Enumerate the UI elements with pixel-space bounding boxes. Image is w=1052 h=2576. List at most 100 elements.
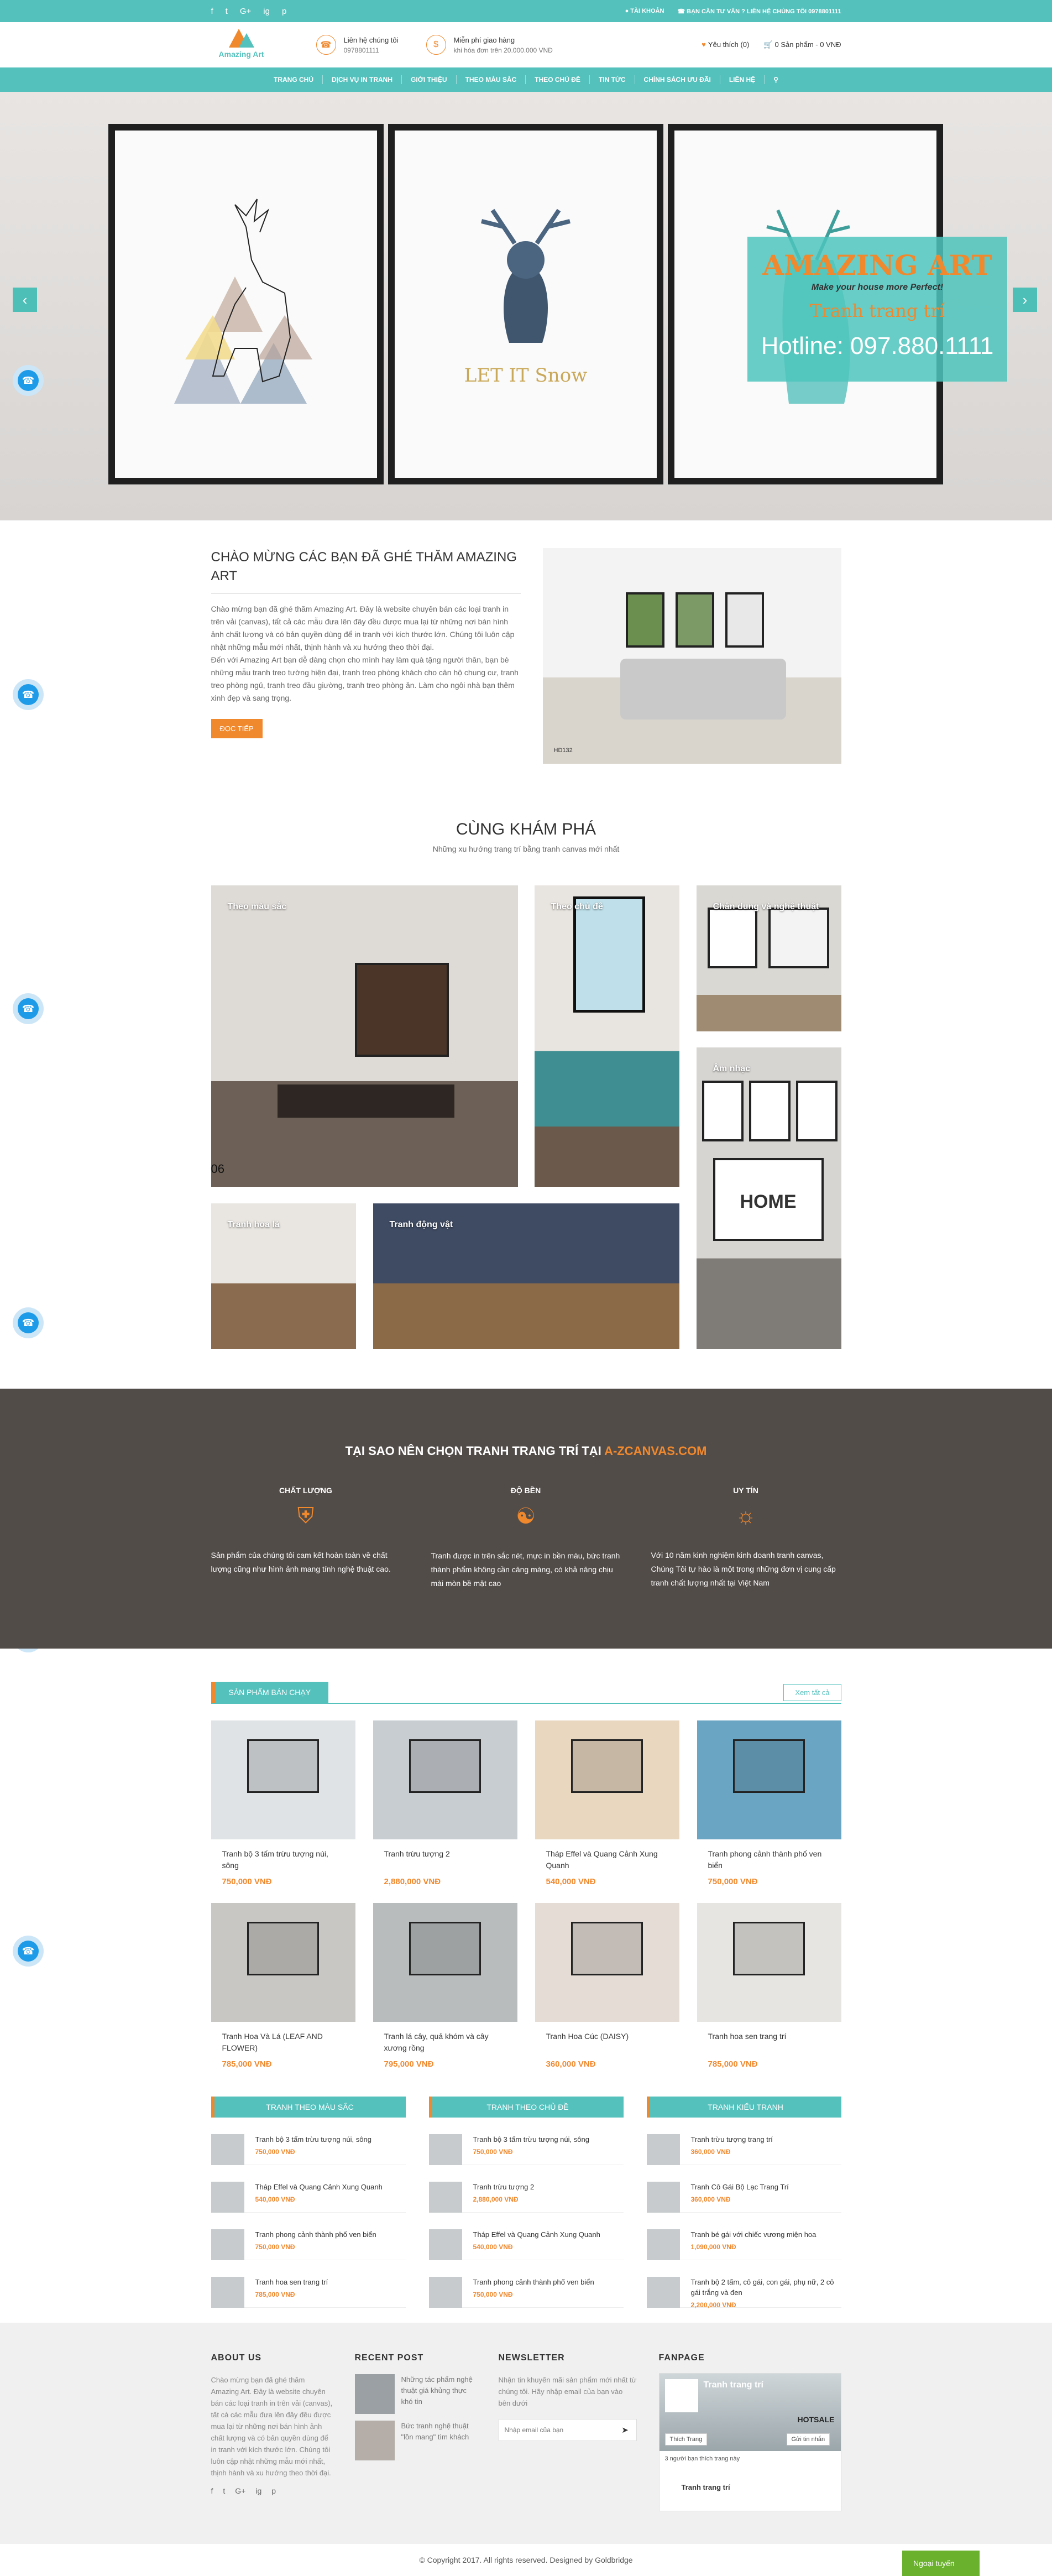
product-name[interactable]: Tranh trừu tượng 2 bbox=[373, 1848, 517, 1871]
product-image[interactable] bbox=[373, 1720, 517, 1839]
nav-search-icon[interactable]: ⚲ bbox=[765, 75, 787, 84]
list-item-name[interactable]: Tranh phong cảnh thành phố ven biển bbox=[473, 2277, 594, 2287]
nav-offers[interactable]: CHÍNH SÁCH ƯU ĐÃI bbox=[635, 75, 720, 84]
product-image[interactable] bbox=[373, 1903, 517, 2022]
product-name[interactable]: Tranh phong cảnh thành phố ven biển bbox=[697, 1848, 841, 1871]
list-item-name[interactable]: Tranh hoa sen trang trí bbox=[255, 2277, 328, 2287]
product-art bbox=[571, 1922, 643, 1976]
slider-next-button[interactable]: › bbox=[1013, 288, 1037, 312]
recent-post[interactable]: Những tác phẩm nghệ thuật giá khủng thực… bbox=[354, 2374, 477, 2414]
instagram-icon[interactable]: ig bbox=[263, 7, 270, 16]
category-tile-music[interactable]: HOME Âm nhạc bbox=[696, 1047, 841, 1349]
list-item[interactable]: Tháp Effel và Quang Cảnh Xung Quanh 540,0… bbox=[211, 2182, 406, 2213]
list-item-name[interactable]: Tranh trừu tượng 2 bbox=[473, 2182, 535, 2192]
product-card[interactable]: Tranh bộ 3 tấm trừu tượng núi, sông 750,0… bbox=[211, 1720, 355, 1886]
list-item[interactable]: Tranh hoa sen trang trí 785,000 VNĐ bbox=[211, 2277, 406, 2308]
nav-about[interactable]: GIỚI THIỆU bbox=[402, 75, 457, 84]
list-item-name[interactable]: Tranh bé gái với chiếc vương miện hoa bbox=[691, 2229, 817, 2240]
nav-news[interactable]: TIN TỨC bbox=[590, 75, 635, 84]
recent-post[interactable]: Bức tranh nghệ thuật "lồn mang" tìm khác… bbox=[354, 2421, 477, 2460]
product-card[interactable]: Tranh hoa sen trang trí 785,000 VNĐ bbox=[697, 1903, 841, 2069]
send-icon[interactable]: ➤ bbox=[614, 2419, 636, 2441]
product-name[interactable]: Tranh Hoa Cúc (DAISY) bbox=[535, 2031, 679, 2054]
call-button-2[interactable]: ☎ bbox=[13, 679, 44, 710]
call-button-6[interactable]: ☎ bbox=[13, 1936, 44, 1967]
product-card[interactable]: Tranh trừu tượng 2 2,880,000 VNĐ bbox=[373, 1720, 517, 1886]
google-plus-icon[interactable]: G+ bbox=[240, 7, 251, 16]
footer-newsletter-title: NEWSLETTER bbox=[498, 2353, 565, 2363]
list-item[interactable]: Tranh bé gái với chiếc vương miện hoa 1,0… bbox=[646, 2229, 841, 2260]
nav-by-topic[interactable]: THEO CHỦ ĐỀ bbox=[526, 75, 590, 84]
view-all-button[interactable]: Xem tất cả bbox=[783, 1683, 841, 1701]
product-image[interactable] bbox=[535, 1720, 679, 1839]
wishlist-link[interactable]: ♥ Yêu thích (0) bbox=[702, 40, 749, 49]
online-chat-button[interactable]: Ngoại tuyến bbox=[902, 2551, 980, 2576]
main-nav: TRANG CHỦ DỊCH VỤ IN TRANH GIỚI THIỆU TH… bbox=[0, 67, 1052, 92]
list-item[interactable]: Tranh trừu tượng trang trí 360,000 VNĐ bbox=[646, 2134, 841, 2165]
fb-message-button[interactable]: Gửi tin nhắn bbox=[786, 2433, 830, 2445]
nav-contact[interactable]: LIÊN HỆ bbox=[720, 75, 765, 84]
instagram-icon[interactable]: ig bbox=[255, 2486, 261, 2495]
list-item-name[interactable]: Tranh phong cảnh thành phố ven biển bbox=[255, 2229, 376, 2240]
nav-print-service[interactable]: DỊCH VỤ IN TRANH bbox=[323, 75, 402, 84]
product-name[interactable]: Tranh hoa sen trang trí bbox=[697, 2031, 841, 2054]
pinterest-icon[interactable]: p bbox=[282, 7, 286, 16]
call-button-4[interactable]: ☎ bbox=[13, 1307, 44, 1338]
fb-like-button[interactable]: Thích Trang bbox=[664, 2433, 708, 2445]
list-item[interactable]: Tranh trừu tượng 2 2,880,000 VNĐ bbox=[428, 2182, 624, 2213]
fb-page-name[interactable]: Tranh trang trí bbox=[704, 2380, 763, 2390]
list-item-name[interactable]: Tranh bộ 3 tấm trừu tượng núi, sông bbox=[255, 2134, 371, 2145]
category-tile-topic[interactable]: Theo chủ đề bbox=[534, 885, 679, 1187]
list-item[interactable]: Tranh bộ 3 tấm trừu tượng núi, sông 750,0… bbox=[428, 2134, 624, 2165]
category-tile-flower[interactable]: Tranh hoa lá bbox=[211, 1203, 356, 1349]
product-image[interactable] bbox=[211, 1720, 355, 1839]
list-item[interactable]: Tranh phong cảnh thành phố ven biển 750,0… bbox=[211, 2229, 406, 2260]
call-button-1[interactable]: ☎ bbox=[13, 365, 44, 396]
nav-home[interactable]: TRANG CHỦ bbox=[265, 75, 323, 84]
google-plus-icon[interactable]: G+ bbox=[235, 2486, 245, 2495]
nav-by-color[interactable]: THEO MÀU SẮC bbox=[457, 75, 526, 84]
call-button-3[interactable]: ☎ bbox=[13, 993, 44, 1024]
product-name[interactable]: Tranh lá cây, quả khóm và cây xương rồng bbox=[373, 2031, 517, 2054]
product-image[interactable] bbox=[697, 1903, 841, 2022]
category-tile-animal[interactable]: Tranh động vật bbox=[373, 1203, 679, 1349]
product-image[interactable] bbox=[535, 1903, 679, 2022]
cart-link[interactable]: 🛒 0 Sản phẩm - 0 VNĐ bbox=[763, 40, 841, 49]
hotline-link[interactable]: ☎ BẠN CẦN TƯ VẤN ? LIÊN HỆ CHÚNG TÔI 097… bbox=[677, 8, 841, 15]
list-item-name[interactable]: Tranh trừu tượng trang trí bbox=[691, 2134, 773, 2145]
list-item[interactable]: Tháp Effel và Quang Cảnh Xung Quanh 540,0… bbox=[428, 2229, 624, 2260]
pinterest-icon[interactable]: p bbox=[271, 2486, 276, 2495]
category-tile-color[interactable]: 06 Theo màu sắc bbox=[211, 885, 518, 1187]
product-image[interactable] bbox=[211, 1903, 355, 2022]
product-card[interactable]: Tranh Hoa Cúc (DAISY) 360,000 VNĐ bbox=[535, 1903, 679, 2069]
product-name[interactable]: Tranh Hoa Và Lá (LEAF AND FLOWER) bbox=[211, 2031, 355, 2054]
list-item[interactable]: Tranh bộ 3 tấm trừu tượng núi, sông 750,0… bbox=[211, 2134, 406, 2165]
facebook-icon[interactable]: f bbox=[211, 2486, 213, 2495]
twitter-icon[interactable]: t bbox=[226, 7, 228, 16]
twitter-icon[interactable]: t bbox=[223, 2486, 225, 2495]
facebook-icon[interactable]: f bbox=[211, 7, 213, 16]
list-item[interactable]: Tranh bộ 2 tấm, cô gái, con gái, phụ nữ,… bbox=[646, 2277, 841, 2309]
product-card[interactable]: Tranh phong cảnh thành phố ven biển 750,0… bbox=[697, 1720, 841, 1886]
product-card[interactable]: Tháp Effel và Quang Cảnh Xung Quanh 540,0… bbox=[535, 1720, 679, 1886]
read-more-button[interactable]: ĐỌC TIẾP bbox=[211, 719, 263, 738]
product-name[interactable]: Tháp Effel và Quang Cảnh Xung Quanh bbox=[535, 1848, 679, 1871]
list-item[interactable]: Tranh Cô Gái Bộ Lạc Trang Trí 360,000 VNĐ bbox=[646, 2182, 841, 2213]
list-item-name[interactable]: Tranh bộ 2 tấm, cô gái, con gái, phụ nữ,… bbox=[691, 2277, 841, 2298]
product-card[interactable]: Tranh Hoa Và Lá (LEAF AND FLOWER) 785,000… bbox=[211, 1903, 355, 2069]
tile-code: 06 bbox=[211, 1162, 224, 1176]
list-item[interactable]: Tranh phong cảnh thành phố ven biển 750,0… bbox=[428, 2277, 624, 2308]
list-item-name[interactable]: Tranh Cô Gái Bộ Lạc Trang Trí bbox=[691, 2182, 789, 2192]
list-item-name[interactable]: Tháp Effel và Quang Cảnh Xung Quanh bbox=[255, 2182, 383, 2192]
account-link[interactable]: ● TÀI KHOẢN bbox=[625, 8, 664, 15]
list-item-name[interactable]: Tháp Effel và Quang Cảnh Xung Quanh bbox=[473, 2229, 600, 2240]
product-card[interactable]: Tranh lá cây, quả khóm và cây xương rồng… bbox=[373, 1903, 517, 2069]
product-name[interactable]: Tranh bộ 3 tấm trừu tượng núi, sông bbox=[211, 1848, 355, 1871]
slider-prev-button[interactable]: ‹ bbox=[13, 288, 37, 312]
product-image[interactable] bbox=[697, 1720, 841, 1839]
newsletter-email-input[interactable] bbox=[499, 2419, 614, 2441]
fb-post-page-name[interactable]: Tranh trang trí bbox=[660, 2467, 841, 2491]
list-item-name[interactable]: Tranh bộ 3 tấm trừu tượng núi, sông bbox=[473, 2134, 589, 2145]
category-tile-portrait[interactable]: Chân dung và nghệ thuật bbox=[696, 885, 841, 1031]
logo[interactable]: Amazing Art bbox=[211, 27, 272, 63]
